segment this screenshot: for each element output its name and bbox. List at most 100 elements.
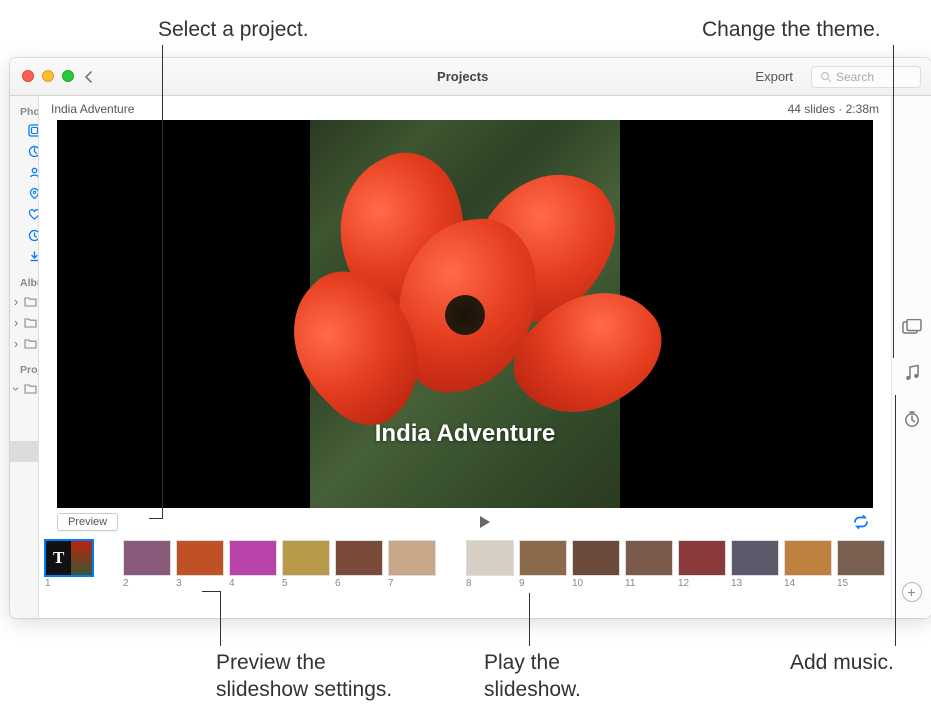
inspector-rail: + <box>891 96 931 618</box>
export-button[interactable]: Export <box>755 69 793 84</box>
thumb-5[interactable]: 5 <box>282 540 330 589</box>
thumb-num: 5 <box>282 576 330 589</box>
chevron-right-icon: › <box>14 316 18 330</box>
close-window-button[interactable] <box>22 70 34 82</box>
chevron-down-icon: › <box>10 386 23 390</box>
thumb-num: 13 <box>731 576 779 589</box>
folder-icon <box>24 295 37 309</box>
sidebar-item-imports[interactable]: Imports <box>10 246 38 267</box>
callout-preview-2: slideshow settings. <box>216 678 392 702</box>
sidebar-project-visit-lisbon[interactable]: Visit to Lisbon <box>10 399 39 420</box>
thumb-num: 9 <box>519 576 567 589</box>
search-icon <box>820 71 832 83</box>
thumb-num: 15 <box>837 576 885 589</box>
zoom-window-button[interactable] <box>62 70 74 82</box>
sidebar-item-recents[interactable]: Recents <box>10 225 38 246</box>
thumb-num: 12 <box>678 576 726 589</box>
slides-meta: 44 slides · 2:38m <box>788 102 879 116</box>
thumb-8[interactable]: 8 <box>466 540 514 589</box>
music-icon <box>904 364 920 382</box>
search-placeholder: Search <box>836 70 874 84</box>
callout-play-1: Play the <box>484 651 560 675</box>
library-icon <box>28 124 39 138</box>
toolbar-title: Projects <box>170 69 755 84</box>
thumb-1[interactable]: T1 <box>45 540 93 589</box>
theme-icon <box>902 319 922 335</box>
callout-play-2: slideshow. <box>484 678 581 702</box>
thumb-num: 8 <box>466 576 514 589</box>
callout-select-project: Select a project. <box>158 18 309 42</box>
chevron-right-icon: › <box>14 295 18 309</box>
play-button[interactable] <box>472 512 496 532</box>
slide-caption: India Adventure <box>375 420 555 448</box>
callout-change-theme: Change the theme. <box>702 18 881 42</box>
thumb-14[interactable]: 14 <box>784 540 832 589</box>
chevron-right-icon: › <box>14 337 18 351</box>
sidebar-item-media-types[interactable]: ›Media Types <box>10 291 38 312</box>
folder-icon <box>24 316 37 330</box>
sidebar-heading-photos: Photos <box>10 102 38 120</box>
loop-icon <box>852 515 870 529</box>
sidebar-project-india-adventure[interactable]: India Adventure <box>10 441 39 462</box>
thumb-num: 7 <box>388 576 436 589</box>
thumb-13[interactable]: 13 <box>731 540 779 589</box>
chevron-left-icon <box>84 70 94 84</box>
callout-preview-1: Preview the <box>216 651 326 675</box>
plus-icon: + <box>907 584 915 600</box>
theme-button[interactable] <box>901 316 923 338</box>
heart-icon <box>28 208 39 222</box>
timer-icon <box>903 410 921 428</box>
project-title: India Adventure <box>51 102 134 116</box>
sidebar-heading-albums: Albums <box>10 273 38 291</box>
window-traffic-lights <box>22 70 74 82</box>
thumb-4[interactable]: 4 <box>229 540 277 589</box>
sidebar-item-my-projects[interactable]: ›My Projects <box>10 378 38 399</box>
thumb-9[interactable]: 9 <box>519 540 567 589</box>
thumb-num: 4 <box>229 576 277 589</box>
slide-image <box>310 120 620 508</box>
thumb-num: 11 <box>625 576 673 589</box>
sidebar-item-my-albums[interactable]: ›My Albums <box>10 333 38 354</box>
thumb-num: 1 <box>45 576 93 589</box>
sidebar-item-shared-albums[interactable]: ›Shared Albums <box>10 312 38 333</box>
download-icon <box>28 250 39 264</box>
slideshow-preview: India Adventure <box>57 120 873 508</box>
sidebar-item-people[interactable]: People <box>10 162 38 183</box>
thumb-15[interactable]: 15 <box>837 540 885 589</box>
filmstrip: T1 2 3 4 5 6 7 8 9 10 11 12 13 14 15 <box>39 536 891 591</box>
sidebar-item-memories[interactable]: Memories <box>10 141 38 162</box>
thumb-2[interactable]: 2 <box>123 540 171 589</box>
sidebar-item-library[interactable]: Library <box>10 120 38 141</box>
thumb-num: 6 <box>335 576 383 589</box>
play-icon <box>476 514 492 530</box>
thumb-10[interactable]: 10 <box>572 540 620 589</box>
thumb-6[interactable]: 6 <box>335 540 383 589</box>
sidebar: Photos Library Memories People Places Fa… <box>10 96 39 618</box>
places-icon <box>28 187 39 201</box>
people-icon <box>28 166 39 180</box>
sidebar-project-exploring-mor[interactable]: Exploring Mor… <box>10 420 39 441</box>
sidebar-item-favourites[interactable]: Favourites <box>10 204 38 225</box>
thumb-7[interactable]: 7 <box>388 540 436 589</box>
toolbar: Projects Export Search <box>10 58 931 96</box>
folder-icon <box>24 382 37 396</box>
loop-button[interactable] <box>849 512 873 532</box>
thumb-3[interactable]: 3 <box>176 540 224 589</box>
sidebar-heading-projects: Projects <box>10 360 38 378</box>
folder-icon <box>24 337 37 351</box>
title-slide-icon: T <box>46 541 71 575</box>
music-button[interactable] <box>901 362 923 384</box>
duration-button[interactable] <box>901 408 923 430</box>
thumb-num: 14 <box>784 576 832 589</box>
thumb-11[interactable]: 11 <box>625 540 673 589</box>
add-photos-button[interactable]: + <box>902 582 922 602</box>
minimize-window-button[interactable] <box>42 70 54 82</box>
back-button[interactable] <box>80 68 98 86</box>
search-input[interactable]: Search <box>811 66 921 88</box>
sidebar-item-places[interactable]: Places <box>10 183 38 204</box>
thumb-num: 2 <box>123 576 171 589</box>
thumb-num: 3 <box>176 576 224 589</box>
preview-button[interactable]: Preview <box>57 513 118 531</box>
thumb-12[interactable]: 12 <box>678 540 726 589</box>
memories-icon <box>28 145 39 159</box>
